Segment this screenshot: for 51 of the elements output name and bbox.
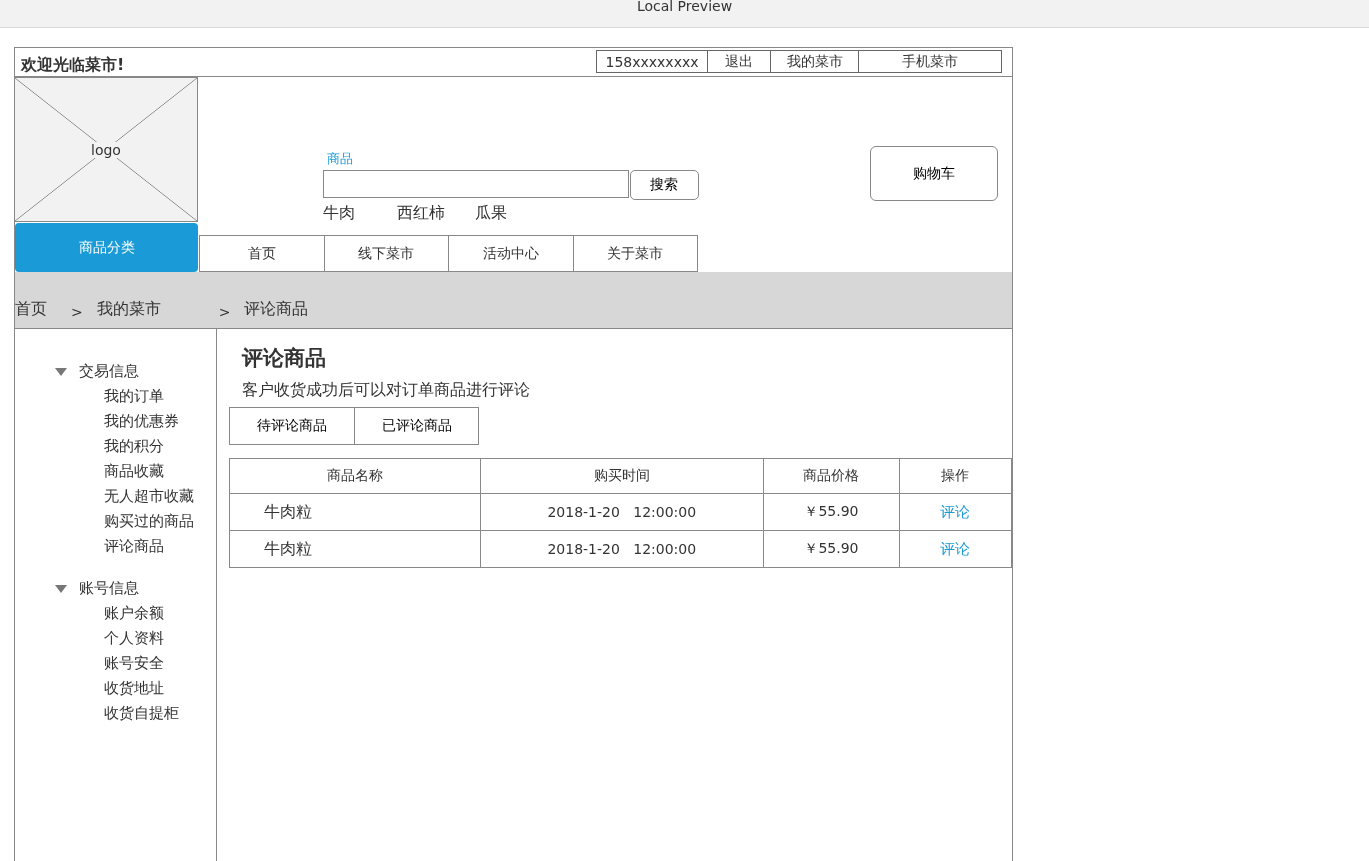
sidebar-item[interactable]: 个人资料 <box>15 626 216 651</box>
sidebar-item[interactable]: 我的积分 <box>15 434 216 459</box>
sidebar-item[interactable]: 我的优惠券 <box>15 409 216 434</box>
sidebar-item[interactable]: 评论商品 <box>15 534 216 559</box>
breadcrumb-link[interactable]: 首页 <box>15 299 47 320</box>
sidebar-item[interactable]: 无人超市收藏 <box>15 484 216 509</box>
hot-word-link[interactable]: 瓜果 <box>475 201 507 225</box>
hot-word-link[interactable]: 西红柿 <box>397 201 445 225</box>
window-title: Local Preview <box>636 0 733 16</box>
sidebar-item[interactable]: 账户余额 <box>15 601 216 626</box>
top-link[interactable]: 手机菜市 <box>858 51 1001 72</box>
nav-tab[interactable]: 线下菜市 <box>323 236 448 271</box>
welcome-text: 欢迎光临菜市! <box>20 54 125 76</box>
logo-text: logo <box>91 141 121 158</box>
column-header: 商品价格 <box>763 458 900 494</box>
page-heading: 评论商品 <box>242 345 327 372</box>
breadcrumb-separator: > <box>71 304 83 320</box>
caret-icon[interactable] <box>55 367 67 376</box>
sidebar-item[interactable]: 购买过的商品 <box>15 509 216 534</box>
column-header: 操作 <box>899 458 1012 494</box>
table-cell: 牛肉粒 <box>229 530 481 568</box>
search-label: 商品 <box>327 151 354 167</box>
sidebar-item[interactable]: 收货地址 <box>15 676 216 701</box>
breadcrumb-link[interactable]: 评论商品 <box>244 299 309 320</box>
sidebar-item[interactable]: 账号安全 <box>15 651 216 676</box>
table-cell: ￥55.90 <box>763 530 900 568</box>
sidebar-group-title[interactable]: 交易信息 <box>79 362 139 381</box>
column-header: 购买时间 <box>480 458 764 494</box>
table-cell: 2018-1-20 12:00:00 <box>480 493 764 531</box>
top-link[interactable]: 我的菜市 <box>770 51 858 72</box>
nav-tab[interactable]: 首页 <box>200 236 324 271</box>
column-header: 商品名称 <box>229 458 481 494</box>
sidebar-item[interactable]: 商品收藏 <box>15 459 216 484</box>
description-text: 客户收货成功后可以对订单商品进行评论 <box>242 379 531 401</box>
table-cell: ￥55.90 <box>763 493 900 531</box>
nav-tab[interactable]: 活动中心 <box>448 236 573 271</box>
sidebar-item[interactable]: 我的订单 <box>15 384 216 409</box>
breadcrumb-link[interactable]: 我的菜市 <box>96 299 161 320</box>
table-cell: 牛肉粒 <box>229 493 481 531</box>
sidebar-item[interactable]: 收货自提柜 <box>15 701 216 726</box>
cart-button[interactable]: 购物车 <box>870 146 998 201</box>
search-button[interactable]: 搜索 <box>629 170 699 200</box>
hot-word-link[interactable]: 牛肉 <box>323 201 355 225</box>
caret-icon[interactable] <box>55 584 67 593</box>
search-field[interactable] <box>323 170 629 198</box>
top-link[interactable]: 退出 <box>707 51 770 72</box>
nav-tab[interactable]: 关于菜市 <box>572 236 697 271</box>
breadcrumb-separator: > <box>218 304 231 320</box>
table-cell: 2018-1-20 12:00:00 <box>480 530 764 568</box>
top-link[interactable]: 158xxxxxxxx <box>597 51 707 72</box>
sidebar-group-title[interactable]: 账号信息 <box>79 579 139 598</box>
